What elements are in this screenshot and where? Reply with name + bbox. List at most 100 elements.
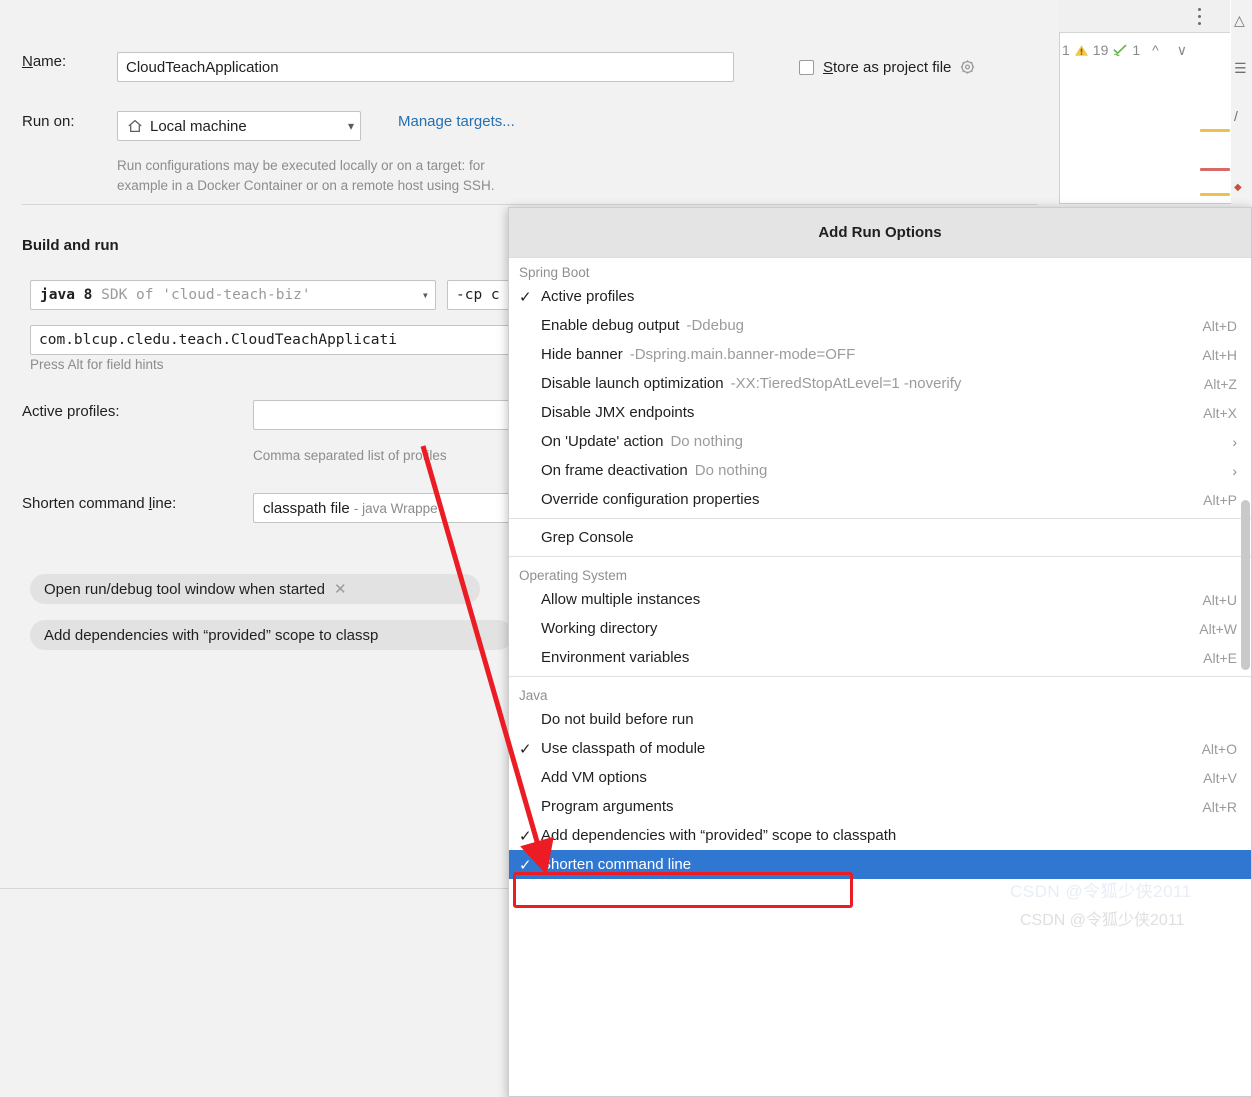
name-input[interactable]: CloudTeachApplication [117, 52, 734, 82]
menu-group-label-spring-boot: Spring Boot [519, 265, 590, 280]
chip-add-dependencies-provided-scope-label: Add dependencies with “provided” scope t… [44, 626, 379, 644]
editor-gutter-icons: △ ☰ / ◆ ◀ ◀ [1232, 0, 1252, 671]
menu-item-override-configuration-properties[interactable]: Override configuration properties Alt+P [509, 485, 1251, 514]
jre-chevron-down-icon[interactable]: ▾ [416, 289, 429, 301]
inspection-count-prefix: 1 [1062, 42, 1070, 58]
menu-item-label: Allow multiple instances [541, 591, 701, 608]
store-as-project-file-checkbox[interactable] [799, 60, 814, 75]
menu-item-label: Environment variables [541, 649, 690, 666]
field-hints-text: Press Alt for field hints [30, 357, 164, 372]
chip-add-dependencies-provided-scope[interactable]: Add dependencies with “provided” scope t… [30, 620, 513, 650]
close-icon[interactable]: ✕ [334, 580, 347, 598]
main-class-input[interactable]: com.blcup.cledu.teach.CloudTeachApplicat… [30, 325, 510, 355]
menu-item-disable-jmx-endpoints[interactable]: Disable JMX endpoints Alt+X [509, 398, 1251, 427]
menu-item-label: Disable JMX endpoints [541, 404, 695, 421]
menu-item-label: Grep Console [541, 529, 634, 546]
marker-warning-1[interactable] [1200, 129, 1230, 132]
shorten-command-line-value-detail: - java Wrappe [353, 500, 438, 516]
menu-separator [509, 676, 1251, 677]
menu-item-label: Hide banner [541, 346, 623, 363]
menu-item-label: Shorten command line [541, 856, 692, 873]
menu-item-label: Working directory [541, 620, 658, 637]
cursor-gutter-icon[interactable]: ◆ [1234, 182, 1250, 198]
check-icon: ✓ [519, 740, 532, 758]
run-on-combobox[interactable]: Local machine ▾ [117, 111, 361, 141]
menu-item-label: Add VM options [541, 769, 647, 786]
check-icon: ✓ [519, 288, 532, 306]
vm-options-value: -cp c [456, 287, 500, 303]
chip-open-run-debug-tool-window[interactable]: Open run/debug tool window when started … [30, 574, 480, 604]
menu-group-label-java: Java [519, 688, 548, 703]
menu-item-grep-console[interactable]: Grep Console [509, 523, 1251, 552]
more-options-icon[interactable] [1198, 8, 1202, 25]
shorten-command-line-row: Shorten command line: [22, 495, 176, 512]
watermark-text: CSDN @令狐少侠2011 [1010, 882, 1192, 901]
menu-item-shortcut: Alt+D [1202, 317, 1237, 334]
shorten-command-line-value: classpath file [263, 499, 350, 517]
menu-item-label: Use classpath of module [541, 740, 706, 757]
slash-gutter-icon[interactable]: / [1234, 108, 1250, 124]
shorten-command-line-combobox[interactable]: classpath file - java Wrappe [253, 493, 513, 523]
add-run-options-popup[interactable]: Add Run Options Spring Boot ✓ Active profi… [508, 207, 1252, 1097]
submenu-chevron-icon[interactable]: › [1214, 463, 1237, 479]
run-on-hint: Run configurations may be executed local… [117, 156, 494, 196]
menu-item-label: Program arguments [541, 798, 674, 815]
menu-item-allow-multiple-instances[interactable]: Allow multiple instances Alt+U [509, 585, 1251, 614]
chip-open-run-debug-tool-window-label: Open run/debug tool window when started [44, 580, 326, 598]
menu-item-environment-variables[interactable]: Environment variables Alt+E [509, 643, 1251, 672]
menu-item-program-arguments[interactable]: Program arguments Alt+R [509, 792, 1251, 821]
check-count: 1 [1132, 42, 1141, 58]
inspection-widget[interactable]: 1 19 1 ^ ∨ [1062, 36, 1230, 64]
run-on-label: Run on: [22, 113, 75, 130]
main-class-value: com.blcup.cledu.teach.CloudTeachApplicat… [39, 332, 397, 348]
menu-item-working-directory[interactable]: Working directory Alt+W [509, 614, 1251, 643]
menu-item-shortcut: Alt+E [1203, 649, 1237, 666]
menu-item-shortcut: Alt+R [1202, 798, 1237, 815]
gear-icon[interactable] [959, 59, 976, 76]
jre-value: java 8 [40, 287, 93, 303]
menu-item-use-classpath-of-module[interactable]: ✓ Use classpath of module Alt+O [509, 734, 1251, 763]
menu-separator [509, 518, 1251, 519]
store-as-project-file-row[interactable]: Store as project file [799, 59, 976, 76]
warning-gutter-icon[interactable]: △ [1234, 12, 1250, 28]
jre-value-detail: SDK of 'cloud-teach-biz' [101, 287, 311, 303]
menu-item-shortcut: Alt+H [1202, 346, 1237, 363]
menu-item-hide-banner[interactable]: Hide banner -Dspring.main.banner-mode=OFF… [509, 340, 1251, 369]
menu-item-add-dependencies-with-provided-scope-to-classpath[interactable]: ✓ Add dependencies with “provided” scope … [509, 821, 1251, 850]
warning-count: 19 [1092, 42, 1109, 58]
active-profiles-input[interactable] [253, 400, 513, 430]
menu-item-on-update-action[interactable]: On 'Update' action Do nothing › [509, 427, 1251, 456]
marker-error-1[interactable] [1200, 168, 1230, 171]
green-check-icon [1113, 44, 1127, 56]
menu-item-on-frame-deactivation[interactable]: On frame deactivation Do nothing › [509, 456, 1251, 485]
watermark-text-faint: CSDN @令狐少侠2011 [1020, 912, 1185, 929]
menu-item-shortcut: Alt+W [1199, 620, 1237, 637]
menu-item-shortcut: Alt+U [1202, 591, 1237, 608]
menu-item-shortcut: Alt+X [1203, 404, 1237, 421]
menu-item-label: Add dependencies with “provided” scope t… [541, 827, 897, 844]
menu-item-shortcut: Alt+P [1203, 491, 1237, 508]
submenu-chevron-icon[interactable]: › [1214, 434, 1237, 450]
popup-scrollbar[interactable] [1241, 500, 1250, 670]
jre-combobox[interactable]: java 8 SDK of 'cloud-teach-biz' ▾ [30, 280, 436, 310]
store-as-project-file-label: Store as project file [823, 59, 952, 76]
chevron-down-icon-editor[interactable]: ∨ [1177, 42, 1187, 59]
chevron-down-icon[interactable]: ▾ [342, 120, 354, 132]
popup-menu-list[interactable]: Spring Boot ✓ Active profiles Enable debug … [509, 258, 1251, 879]
chevron-up-icon[interactable]: ^ [1152, 42, 1159, 58]
menu-item-do-not-build-before-run[interactable]: Do not build before run [509, 705, 1251, 734]
build-and-run-title: Build and run [22, 237, 119, 254]
manage-targets-link[interactable]: Manage targets... [398, 113, 515, 130]
menu-item-shorten-command-line[interactable]: ✓ Shorten command line [509, 850, 1251, 879]
active-profiles-label: Active profiles: [22, 403, 120, 420]
menu-item-active-profiles[interactable]: ✓ Active profiles [509, 282, 1251, 311]
list-gutter-icon[interactable]: ☰ [1234, 60, 1250, 76]
marker-warning-2[interactable] [1200, 193, 1230, 196]
menu-item-detail: -XX:TieredStopAtLevel=1 -noverify [730, 375, 962, 392]
menu-item-label: Do not build before run [541, 711, 694, 728]
name-input-value: CloudTeachApplication [126, 58, 279, 76]
menu-item-disable-launch-optimization[interactable]: Disable launch optimization -XX:TieredSto… [509, 369, 1251, 398]
menu-item-add-vm-options[interactable]: Add VM options Alt+V [509, 763, 1251, 792]
menu-item-detail: Do nothing [670, 433, 744, 450]
menu-item-enable-debug-output[interactable]: Enable debug output -Ddebug Alt+D [509, 311, 1251, 340]
